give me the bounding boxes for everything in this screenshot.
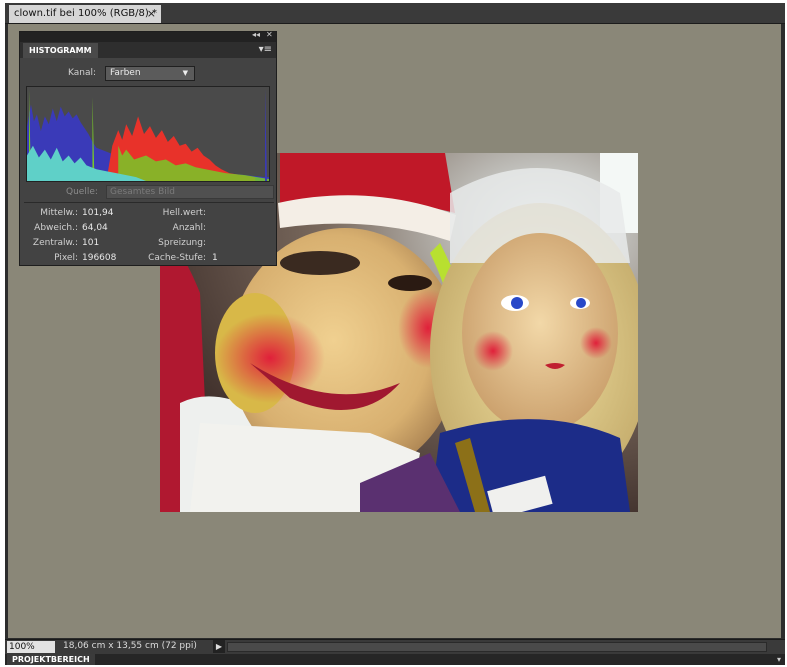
panel-tab-strip: HISTOGRAMM ▾≡ [20,42,276,58]
chevron-down-icon[interactable]: ▾ [777,654,781,665]
cache-label: Cache-Stufe: [148,253,206,263]
close-icon[interactable]: ✕ [266,30,273,39]
panel-menu-icon[interactable]: ▾≡ [259,43,272,57]
project-bin-bar[interactable]: PROJEKTBEREICH ▾ [5,654,785,665]
app-window: clown.tif bei 100% (RGB/8) * × ◂◂ ✕ HIST… [5,3,785,665]
zoom-field[interactable]: 100% [7,641,55,653]
deviation-value: 64,04 [82,223,108,233]
project-bin-label: PROJEKTBEREICH [7,654,95,665]
close-icon[interactable]: × [147,5,156,23]
level-label: Hell.wert: [162,208,206,218]
channel-select-value: Farben [110,68,141,78]
collapse-icon[interactable]: ◂◂ [252,30,260,39]
pixels-label: Pixel: [54,253,78,263]
document-info: 18,06 cm x 13,55 cm (72 ppi) [63,641,197,651]
histogram-graph [26,86,270,182]
document-tab[interactable]: clown.tif bei 100% (RGB/8) * × [9,5,161,23]
status-menu-arrow-icon[interactable]: ▶ [213,640,225,653]
cache-value: 1 [212,253,218,263]
source-label: Quelle: [66,187,98,197]
source-select[interactable]: Gesamtes Bild [106,185,274,199]
mean-label: Mittelw.: [40,208,78,218]
document-tab-bar: clown.tif bei 100% (RGB/8) * × [5,3,785,24]
channel-label: Kanal: [68,68,97,78]
mean-value: 101,94 [82,208,114,218]
pixels-value: 196608 [82,253,117,263]
tab-histogramm[interactable]: HISTOGRAMM [23,43,98,58]
source-select-value: Gesamtes Bild [110,187,175,197]
document-tab-title: clown.tif bei 100% (RGB/8) * [14,8,157,19]
median-value: 101 [82,238,100,248]
status-bar: 100% 18,06 cm x 13,55 cm (72 ppi) ▶ [5,639,785,654]
deviation-label: Abweich.: [34,223,78,233]
percentile-label: Spreizung: [158,238,206,248]
horizontal-scrollbar[interactable] [227,642,767,652]
count-label: Anzahl: [172,223,206,233]
chevron-down-icon: ▼ [182,69,188,77]
histogram-panel: ◂◂ ✕ HISTOGRAMM ▾≡ Kanal: Farben ▼ Quell… [19,30,277,266]
channel-select[interactable]: Farben ▼ [105,66,195,81]
panel-titlebar[interactable]: ◂◂ ✕ [20,30,276,42]
median-label: Zentralw.: [32,238,78,248]
zoom-value: 100% [9,642,35,652]
panel-divider [24,202,274,203]
